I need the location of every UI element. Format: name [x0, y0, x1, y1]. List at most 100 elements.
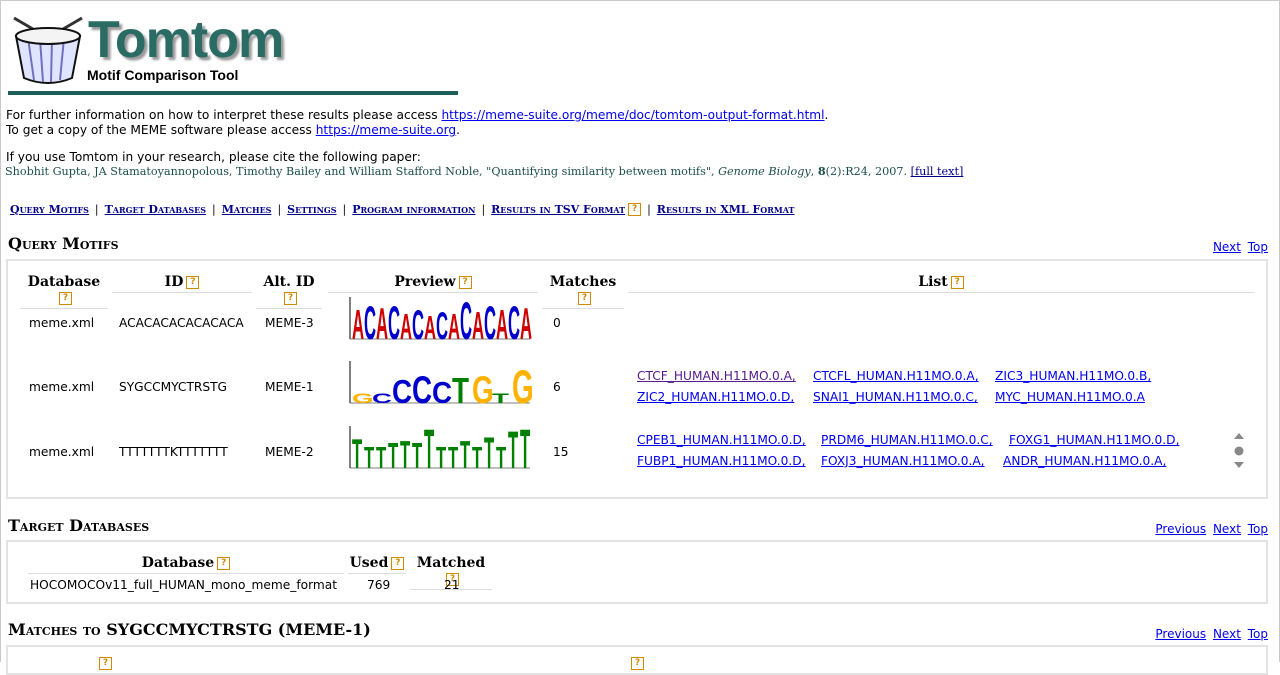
logo-letter: T — [412, 436, 422, 474]
tomtom-logo: Tomtom Motif Comparison Tool — [8, 11, 468, 98]
db-name: HOCOMOCOv11_full_HUMAN_mono_meme_format — [30, 578, 338, 592]
help-icon[interactable]: ? — [284, 292, 297, 305]
top-link[interactable]: Top — [1248, 522, 1268, 536]
logo-letter: C — [484, 296, 496, 345]
previous-link[interactable]: Previous — [1155, 522, 1206, 536]
match-link[interactable]: ZIC2_HUMAN.H11MO.0.D, — [637, 390, 794, 404]
match-link[interactable]: PRDM6_HUMAN.H11MO.0.C, — [821, 433, 993, 447]
help-icon[interactable]: ? — [217, 557, 231, 570]
scroll-down-icon[interactable] — [1234, 462, 1244, 468]
logo-letter: T — [436, 442, 446, 474]
help-icon[interactable]: ? — [99, 657, 112, 670]
logo-letter: T — [352, 430, 363, 474]
match-link[interactable]: SNAI1_HUMAN.H11MO.0.C, — [813, 390, 978, 404]
match-link[interactable]: FOXJ3_HUMAN.H11MO.0.A, — [821, 454, 985, 468]
info-text-2: To get a copy of the MEME software pleas… — [6, 123, 312, 137]
col-alt-id-label: Alt. ID — [263, 274, 315, 290]
row-motif-id: TTTTTTTKTTTTTTT — [119, 445, 228, 459]
scroll-dot-icon[interactable] — [1234, 446, 1244, 456]
help-icon[interactable]: ? — [950, 276, 964, 289]
nav-target-databases[interactable]: Target Databases — [105, 203, 206, 216]
col-header-used: Used? — [348, 555, 406, 574]
motif-logo-meme-1: GC C C C T GT G — [349, 361, 532, 409]
meme-suite-link[interactable]: https://meme-suite.org — [316, 123, 456, 137]
nav-settings[interactable]: Settings — [287, 203, 336, 216]
next-link[interactable]: Next — [1213, 240, 1241, 254]
col-matched-label: Matched — [416, 555, 486, 571]
db-used-count: 769 — [367, 578, 391, 592]
help-icon[interactable]: ? — [59, 292, 72, 305]
match-link[interactable]: CPEB1_HUMAN.H11MO.0.D, — [637, 433, 806, 447]
logo-letter: G — [512, 362, 532, 409]
logo-letter: C — [460, 293, 472, 345]
logo-letter: T — [472, 442, 482, 474]
previous-link[interactable]: Previous — [1155, 627, 1206, 641]
col-used-label: Used — [349, 555, 389, 571]
match-link[interactable]: ZIC3_HUMAN.H11MO.0.B, — [995, 369, 1151, 383]
help-icon[interactable]: ? — [391, 557, 405, 570]
citation-intro: If you use Tomtom in your research, plea… — [6, 150, 421, 164]
target-databases-heading: Target Databases — [8, 516, 150, 535]
logo-letter: C — [436, 305, 448, 345]
output-format-link[interactable]: https://meme-suite.org/meme/doc/tomtom-o… — [441, 108, 824, 122]
logo-letter: C — [372, 390, 392, 406]
help-icon[interactable]: ? — [578, 292, 591, 305]
col-database-label: Database — [27, 274, 101, 290]
logo-letter: T — [492, 390, 510, 406]
logo-letter: C — [392, 373, 412, 409]
match-link[interactable]: FUBP1_HUMAN.H11MO.0.D, — [637, 454, 805, 468]
logo-letter: C — [412, 301, 424, 345]
logo-divider — [8, 91, 458, 95]
citation-journal: Genome Biology — [718, 165, 811, 178]
row-motif-id: SYGCCMYCTRSTG — [119, 380, 227, 394]
match-link[interactable]: FOXG1_HUMAN.H11MO.0.D, — [1009, 433, 1179, 447]
row-alt-id: MEME-2 — [265, 445, 314, 459]
info-block: For further information on how to interp… — [6, 108, 828, 138]
match-link[interactable]: CTCFL_HUMAN.H11MO.0.A, — [813, 369, 979, 383]
info-line-2: To get a copy of the MEME software pleas… — [6, 123, 828, 138]
logo-letter: T — [508, 422, 518, 474]
logo-letter: G — [472, 368, 494, 409]
match-link[interactable]: CTCF_HUMAN.H11MO.0.A, — [637, 369, 796, 383]
match-link[interactable]: MYC_HUMAN.H11MO.0.A — [995, 390, 1145, 404]
col-matches-label: Matches — [549, 274, 617, 290]
help-icon[interactable]: ? — [631, 657, 644, 670]
logo-letter: T — [364, 442, 374, 474]
logo-letter: T — [388, 436, 398, 474]
next-link[interactable]: Next — [1213, 522, 1241, 536]
row-motif-id: ACACACACACACACA — [119, 316, 244, 330]
query-motifs-nav: Next Top — [1210, 240, 1268, 254]
col-header-id: ID? — [112, 274, 252, 293]
next-link[interactable]: Next — [1213, 627, 1241, 641]
nav-matches[interactable]: Matches — [222, 203, 272, 216]
matches-panel: ? ? — [6, 645, 1268, 675]
top-link[interactable]: Top — [1248, 627, 1268, 641]
logo-letter: C — [364, 296, 376, 345]
row-database: meme.xml — [29, 316, 95, 330]
citation-authors: Shobhit Gupta, JA Stamatoyannopolous, Ti… — [5, 165, 719, 178]
help-icon[interactable]: ? — [458, 276, 472, 289]
logo-letter: C — [432, 377, 452, 409]
row-alt-id: MEME-3 — [265, 316, 314, 330]
help-icon[interactable]: ? — [186, 276, 200, 289]
full-text-link[interactable]: [full text] — [911, 165, 964, 178]
logo-letters: TTTTTTTTTTTTTTT — [352, 422, 530, 474]
match-link[interactable]: ANDR_HUMAN.H11MO.0.A, — [1003, 454, 1166, 468]
matches-nav: Previous Next Top — [1152, 627, 1268, 641]
logo-letter: T — [376, 442, 386, 474]
nav-separator: | — [481, 203, 486, 216]
nav-query-motifs[interactable]: Query Motifs — [10, 203, 89, 216]
help-icon[interactable]: ? — [628, 203, 642, 216]
info-text-1: For further information on how to interp… — [6, 108, 438, 122]
nav-results-tsv[interactable]: Results in TSV Format — [491, 203, 625, 216]
nav-program-information[interactable]: Program information — [352, 203, 475, 216]
top-link[interactable]: Top — [1248, 240, 1268, 254]
col-header-database: Database? — [20, 274, 108, 309]
col-header-preview: Preview? — [328, 274, 538, 293]
list-scroll-control[interactable] — [1232, 431, 1246, 471]
logo-letter: G — [352, 390, 374, 406]
nav-results-xml[interactable]: Results in XML Format — [657, 203, 795, 216]
logo-letters: ACACACACACACACA — [352, 293, 532, 345]
logo-letter: T — [424, 422, 434, 474]
scroll-up-icon[interactable] — [1234, 433, 1244, 439]
